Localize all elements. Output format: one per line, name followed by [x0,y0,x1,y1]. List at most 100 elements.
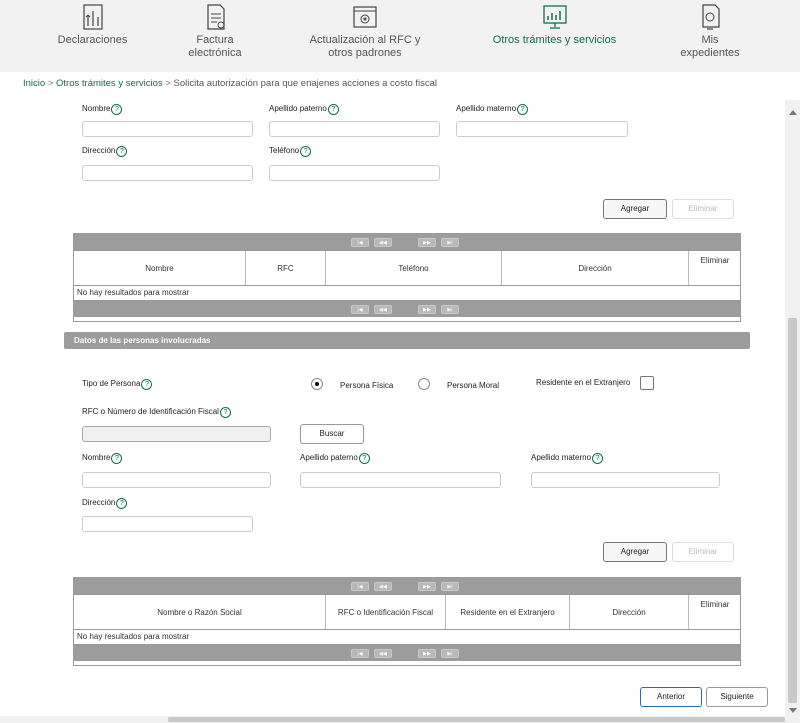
column-header[interactable]: RFC [246,251,326,285]
help-icon[interactable]: ? [517,104,529,115]
persona-fisica-label: Persona Física [340,381,394,390]
apellido-paterno-label: Apellido paterno? [300,453,370,464]
column-header[interactable]: Teléfono [326,251,502,285]
nav-actualizacion-rfc[interactable]: Actualización al RFC y otros padrones [300,0,430,72]
agregar-button[interactable]: Agregar [603,199,667,219]
prev-page-button[interactable]: ◀◀ [374,238,392,247]
last-page-button[interactable]: ▶| [441,238,459,247]
breadcrumb-separator: > [165,78,171,89]
column-header[interactable]: Dirección [570,595,689,629]
scroll-up-arrow-icon[interactable] [789,110,797,115]
nombre-label: Nombre? [82,453,123,464]
help-icon[interactable]: ? [111,104,123,115]
apellido-materno-label: Apellido materno? [531,453,604,464]
next-page-button[interactable]: ▶▶ [418,582,436,591]
prev-page-button[interactable]: ◀◀ [374,305,392,314]
apellido-paterno-field[interactable] [300,472,501,488]
help-icon[interactable]: ? [592,453,604,464]
nav-label: Actualización al RFC y [309,34,421,46]
first-page-button[interactable]: |◀ [351,582,369,591]
persona-moral-label: Persona Moral [447,381,500,390]
help-icon[interactable]: ? [219,407,231,418]
direccion-field[interactable] [82,165,253,181]
first-page-button[interactable]: |◀ [351,305,369,314]
apellido-materno-field[interactable] [456,121,628,137]
breadcrumb-home[interactable]: Inicio [23,78,45,89]
scroll-thumb[interactable] [788,318,797,703]
anterior-button[interactable]: Anterior [640,687,702,707]
apellido-materno-field[interactable] [531,472,720,488]
nav-otros-tramites[interactable]: Otros trámites y servicios [488,0,621,72]
last-page-button[interactable]: ▶| [441,305,459,314]
persona-fisica-radio[interactable] [311,378,323,390]
help-icon[interactable]: ? [116,498,128,509]
direccion-label: Dirección? [82,146,128,157]
table-pager: |◀ ◀◀ ▶▶ ▶| [74,645,740,661]
nav-declaraciones[interactable]: Declaraciones [50,0,135,72]
buscar-button[interactable]: Buscar [300,424,364,444]
column-header[interactable]: Residente en el Extranjero [446,595,570,629]
agregar-button[interactable]: Agregar [603,542,667,562]
invoice-icon [207,4,225,30]
column-header[interactable]: Nombre [74,251,246,285]
nav-label: Declaraciones [57,34,128,46]
nombre-label: Nombre? [82,104,123,115]
help-icon[interactable]: ? [141,379,153,390]
vertical-scrollbar[interactable] [785,100,800,723]
column-header[interactable]: Nombre o Razón Social [74,595,326,629]
eliminar-button[interactable]: Eliminar [672,542,734,562]
rfc-field[interactable] [82,426,271,442]
next-page-button[interactable]: ▶▶ [418,649,436,658]
apellido-paterno-field[interactable] [269,121,440,137]
column-header[interactable]: RFC o Identificación Fiscal [326,595,446,629]
residente-checkbox[interactable] [640,376,654,390]
persona-moral-radio[interactable] [418,378,430,390]
next-page-button[interactable]: ▶▶ [418,238,436,247]
horizontal-scrollbar[interactable] [0,716,785,723]
help-icon[interactable]: ? [300,146,312,157]
scroll-thumb[interactable] [168,717,785,722]
table-header: Nombre RFC Teléfono Dirección Eliminar [74,250,740,286]
apellido-materno-label: Apellido materno? [456,104,529,115]
apellido-paterno-label: Apellido paterno? [269,104,339,115]
help-icon[interactable]: ? [358,453,370,464]
nav-factura[interactable]: Factura electrónica [175,0,255,72]
nav-label: Factura [196,34,234,46]
contactos-table: |◀ ◀◀ ▶▶ ▶| Nombre RFC Teléfono Direcció… [73,233,741,322]
column-header[interactable]: Eliminar [689,251,741,285]
prev-page-button[interactable]: ◀◀ [374,582,392,591]
siguiente-button[interactable]: Siguiente [706,687,768,707]
telefono-label: Teléfono? [269,146,312,157]
section-header: Datos de las personas involucradas [64,332,750,349]
help-icon[interactable]: ? [116,146,128,157]
column-header[interactable]: Eliminar [689,595,741,629]
first-page-button[interactable]: |◀ [351,238,369,247]
breadcrumb-parent[interactable]: Otros trámites y servicios [56,78,163,89]
nav-label-2: otros padrones [328,47,402,59]
table-pager: |◀ ◀◀ ▶▶ ▶| [74,301,740,317]
next-page-button[interactable]: ▶▶ [418,305,436,314]
documents-stack-icon [82,4,103,30]
last-page-button[interactable]: ▶| [441,582,459,591]
nav-mis-expedientes[interactable]: Mis expedientes [670,0,750,72]
personas-table: |◀ ◀◀ ▶▶ ▶| Nombre o Razón Social RFC o … [73,577,741,666]
last-page-button[interactable]: ▶| [441,649,459,658]
nombre-field[interactable] [82,121,253,137]
help-icon[interactable]: ? [111,453,123,464]
scroll-down-arrow-icon[interactable] [789,708,797,713]
breadcrumb-separator: > [47,78,54,89]
help-icon[interactable]: ? [327,104,339,115]
nav-label: Mis [701,34,719,46]
direccion-field[interactable] [82,516,253,532]
column-header[interactable]: Dirección [502,251,689,285]
nombre-field[interactable] [82,472,271,488]
tipo-persona-label: Tipo de Persona? [82,379,153,390]
eliminar-button[interactable]: Eliminar [672,199,734,219]
direccion-label: Dirección? [82,498,128,509]
telefono-field[interactable] [269,165,440,181]
prev-page-button[interactable]: ◀◀ [374,649,392,658]
table-pager: |◀ ◀◀ ▶▶ ▶| [74,578,740,594]
services-monitor-icon [542,5,567,29]
radio-selected-dot [315,382,319,386]
first-page-button[interactable]: |◀ [351,649,369,658]
